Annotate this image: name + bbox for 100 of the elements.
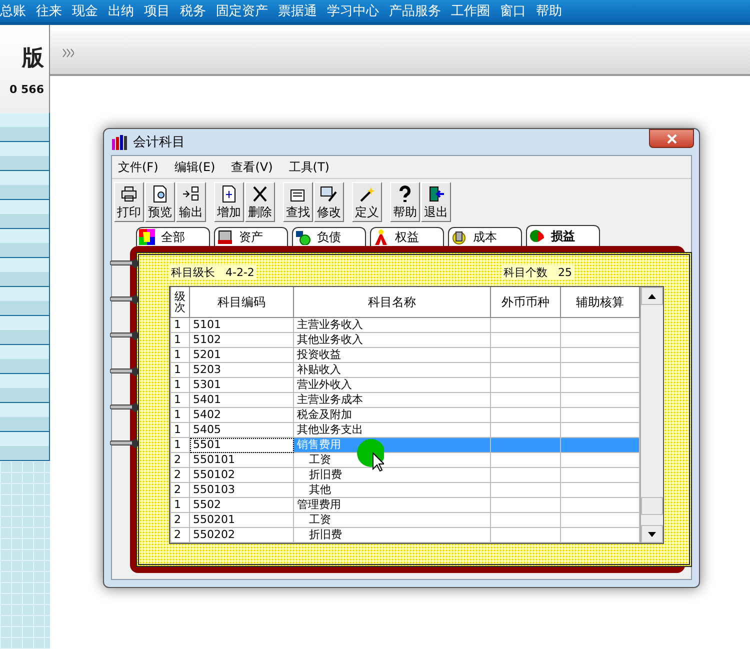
sidebar-button[interactable]: [0, 200, 50, 229]
sidebar-button[interactable]: [0, 374, 50, 403]
ring-icon: [110, 330, 140, 342]
ring-icon: [110, 366, 140, 378]
table-cell: 550102: [190, 468, 294, 482]
table-cell: [490, 452, 560, 468]
menu-item[interactable]: 现金: [72, 2, 98, 20]
table-cell: 其他: [294, 482, 490, 498]
tab[interactable]: 全部: [136, 227, 210, 246]
books-icon: [111, 134, 127, 150]
tab[interactable]: 成本: [448, 227, 522, 246]
table-cell: 2: [170, 512, 190, 528]
menu-item[interactable]: 出纳: [108, 2, 134, 20]
ring-icon: [110, 258, 140, 270]
sidebar-button[interactable]: [0, 316, 50, 345]
sidebar-button[interactable]: [0, 258, 50, 287]
toolbar-button[interactable]: 预览: [145, 182, 175, 222]
sidebar-button[interactable]: [0, 403, 50, 432]
up-arrow-icon: [648, 294, 656, 298]
table-cell: [490, 468, 560, 482]
menu-item[interactable]: 编辑(E): [174, 158, 216, 176]
ring-icon: [110, 402, 140, 414]
table-cell: 5101: [190, 318, 294, 332]
menu-item[interactable]: 往来: [36, 2, 62, 20]
table-cell: 工资: [294, 512, 490, 528]
menu-item[interactable]: 固定资产: [216, 2, 268, 20]
sidebar-button[interactable]: [0, 287, 50, 316]
scroll-down-button[interactable]: [641, 525, 663, 543]
toolbar-button[interactable]: 退出: [421, 182, 451, 222]
toolbar-button[interactable]: 查找: [283, 182, 313, 222]
toolbar-button[interactable]: 修改: [314, 182, 344, 222]
table-cell: 折旧费: [294, 528, 490, 542]
tab[interactable]: 权益: [370, 227, 444, 246]
ball-icon: [295, 229, 311, 245]
table-cell: 550101: [190, 452, 294, 468]
table-cell: 其他业务收入: [294, 332, 490, 348]
table-cell: [490, 422, 560, 438]
close-icon: [666, 134, 676, 144]
menu-item[interactable]: 窗口: [500, 2, 526, 20]
menu-item[interactable]: 文件(F): [118, 158, 158, 176]
sidebar-button[interactable]: [0, 171, 50, 200]
table-cell: 1: [170, 438, 190, 452]
sidebar-button[interactable]: [0, 345, 50, 374]
cursor-highlight-icon: [356, 438, 384, 472]
ring-icon: [110, 438, 140, 450]
scrollbar[interactable]: [640, 287, 663, 543]
scroll-thumb[interactable]: [641, 497, 663, 515]
table-cell: 550103: [190, 482, 294, 498]
table-cell: [490, 482, 560, 498]
table-cell: 2: [170, 528, 190, 542]
table-cell: 主营业务收入: [294, 318, 490, 332]
menu-item[interactable]: 帮助: [536, 2, 562, 20]
table-cell: [490, 348, 560, 362]
window-title: 会计科目: [133, 134, 185, 151]
tab[interactable]: 负债: [292, 227, 366, 246]
tab[interactable]: 损益: [526, 225, 600, 246]
table-cell: 2: [170, 482, 190, 498]
menu-item[interactable]: 总账: [0, 2, 26, 20]
sidebar-button[interactable]: [0, 142, 50, 171]
menu-item[interactable]: 票据通: [278, 2, 317, 20]
toolbar-button[interactable]: 定义: [352, 182, 382, 222]
export-icon: [181, 184, 201, 203]
table-cell: 主营业务成本: [294, 392, 490, 408]
watermelon-icon: [529, 228, 545, 244]
table-cell: [490, 498, 560, 512]
table-cell: 补贴收入: [294, 362, 490, 378]
toolbar-button[interactable]: 打印: [114, 182, 144, 222]
sidebar-button[interactable]: [0, 432, 50, 461]
table-cell: 1: [170, 422, 190, 438]
table-cell: 折旧费: [294, 468, 490, 482]
table-cell: 1: [170, 318, 190, 332]
toolbar-button[interactable]: 删除: [245, 182, 275, 222]
menu-item[interactable]: 工具(T): [288, 158, 330, 176]
table-cell: 5401: [190, 392, 294, 408]
menu-item[interactable]: 项目: [144, 2, 170, 20]
menu-item[interactable]: 工作圈: [451, 2, 490, 20]
table-cell: [490, 408, 560, 422]
table-cell: 5102: [190, 332, 294, 348]
menu-item[interactable]: 学习中心: [327, 2, 379, 20]
ring-icon: [110, 294, 140, 306]
menu-item[interactable]: 查看(V): [231, 158, 273, 176]
scroll-up-button[interactable]: [641, 287, 663, 305]
table-cell: [490, 378, 560, 392]
menu-item[interactable]: 产品服务: [389, 2, 441, 20]
table-cell: 2: [170, 468, 190, 482]
table-cell: 税金及附加: [294, 408, 490, 422]
tab[interactable]: 资产: [214, 227, 288, 246]
menu-item[interactable]: 税务: [180, 2, 206, 20]
toolbar-button[interactable]: 帮助: [390, 182, 420, 222]
sidebar-button[interactable]: [0, 229, 50, 258]
close-button[interactable]: [649, 129, 694, 148]
table-cell: 营业外收入: [294, 378, 490, 392]
toolbar-button[interactable]: 输出: [176, 182, 206, 222]
toolbar-button[interactable]: 增加: [214, 182, 244, 222]
table-cell: 5501: [190, 438, 294, 452]
table-cell: 1: [170, 332, 190, 348]
table-cell: [490, 392, 560, 408]
sidebar-button[interactable]: [0, 113, 50, 142]
chevrons-icon[interactable]: [62, 48, 74, 58]
table-cell: 1: [170, 348, 190, 362]
